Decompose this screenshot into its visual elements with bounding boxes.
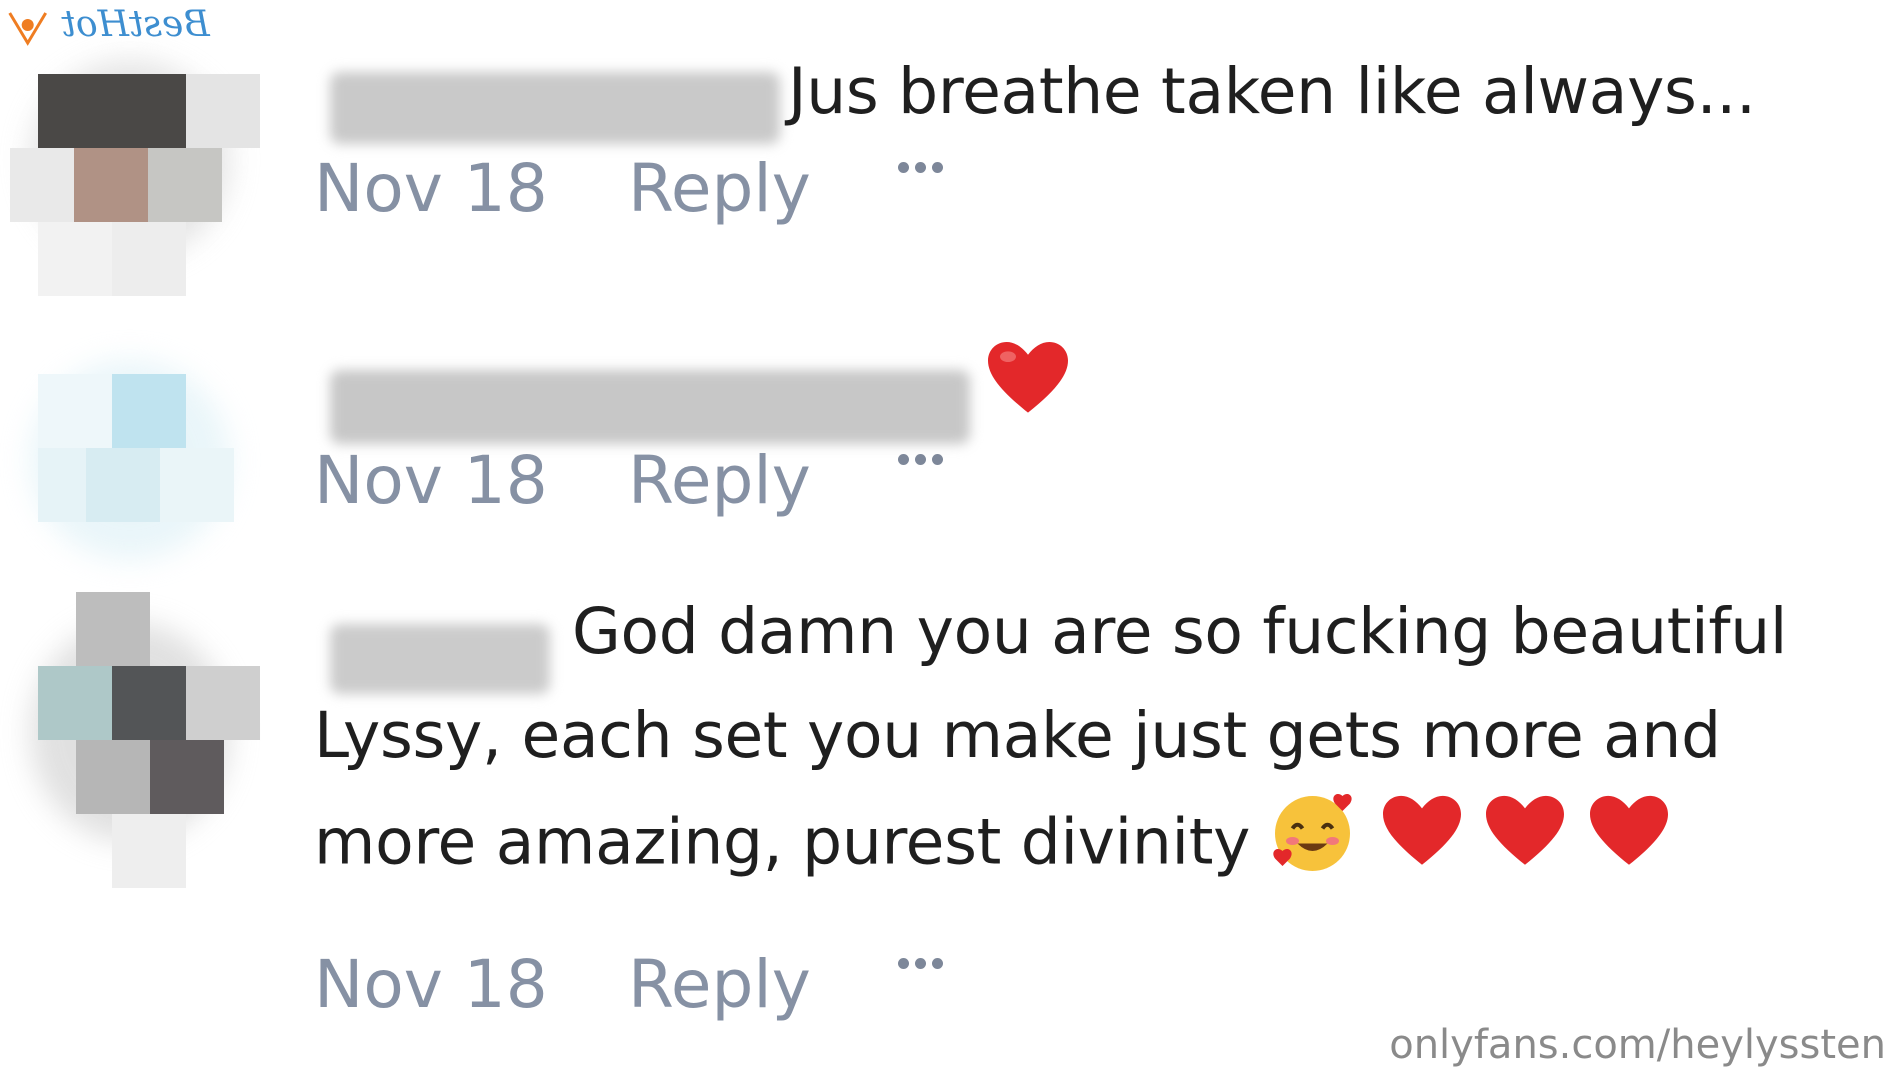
avatar [10,340,250,580]
avatar [10,40,260,296]
reply-button[interactable]: Reply [628,442,811,519]
red-heart-icon [1483,792,1567,901]
comment-text-line-1: God damn you are so fucking beautiful [572,595,1788,668]
comment-text-line-2: Lyssy, each set you make just gets more … [314,699,1721,772]
reply-button[interactable]: Reply [628,946,811,1023]
red-heart-icon [1587,792,1671,901]
comment-date: Nov 18 [314,442,548,519]
smiling-face-with-hearts-icon [1270,788,1360,905]
username-redacted[interactable] [330,370,970,444]
comment-date: Nov 18 [314,150,548,227]
reply-button[interactable]: Reply [628,150,811,227]
avatar [10,592,260,888]
comment-item: ❤️ Nov 18 Reply [0,300,1892,580]
more-options-icon[interactable] [898,958,943,969]
comment-text: ❤️ [985,338,1071,449]
more-options-icon[interactable] [898,454,943,465]
comment-item: Jus breathe taken like always... Nov 18 … [0,0,1892,300]
comment-text-line-3: more amazing, purest divinity [314,788,1671,905]
comment-item: God damn you are so fucking beautiful Ly… [0,580,1892,1050]
red-heart-icon [1380,792,1464,901]
comment-date: Nov 18 [314,946,548,1023]
watermark-url: onlyfans.com/heylyssten [1389,1022,1886,1068]
red-heart-icon [985,338,1071,449]
comment-text: Jus breathe taken like always... [788,55,1756,128]
username-redacted[interactable] [330,72,780,144]
more-options-icon[interactable] [898,162,943,173]
